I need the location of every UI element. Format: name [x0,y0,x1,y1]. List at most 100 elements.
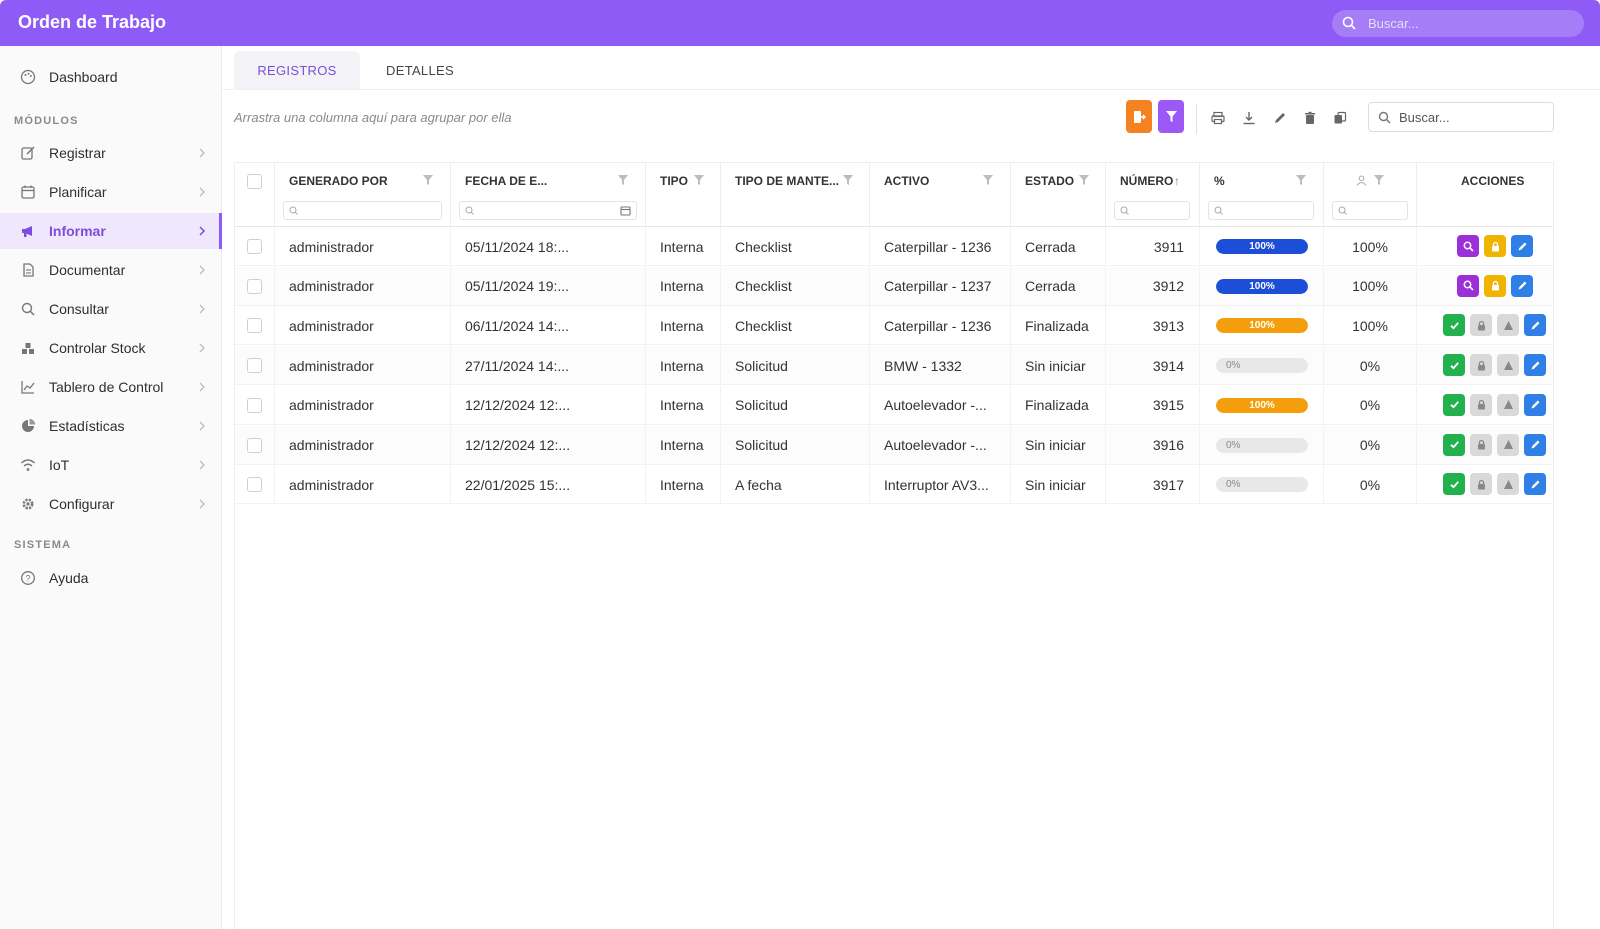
filter-icon[interactable] [618,175,628,185]
copy-button[interactable] [1330,108,1350,128]
cell-text: 0% [1359,397,1381,414]
progress-label: 100% [1249,320,1275,332]
export-excel-button[interactable] [1126,100,1152,133]
sidebar-item-configurar[interactable]: Configurar [0,486,222,522]
row-checkbox[interactable] [247,239,262,254]
column-title: FECHA DE E... [465,174,548,188]
column-header-tipo-mantenimiento[interactable]: TIPO DE MANTE... [721,163,870,227]
cell-text: Checklist [735,317,792,334]
table-row[interactable]: administrador 12/12/2024 12:... Interna Sol… [235,425,1553,465]
column-header-estado[interactable]: ESTADO [1011,163,1106,227]
sidebar-item-controlar-stock[interactable]: Controlar Stock [0,330,222,366]
filter-icon[interactable] [423,175,433,185]
edit-row-button[interactable] [1524,354,1546,377]
sidebar-item-estadisticas[interactable]: Estadísticas [0,408,222,444]
column-header-percent[interactable]: % [1200,163,1324,227]
delete-button[interactable] [1300,108,1320,128]
tab-registros[interactable]: REGISTROS [234,51,360,89]
sidebar-item-tablero-de-control[interactable]: Tablero de Control [0,369,222,405]
filter-icon[interactable] [983,175,993,185]
column-header-tipo[interactable]: TIPO [646,163,721,227]
cell-activo: BMW - 1332 [870,346,1011,386]
row-select-cell [235,425,275,465]
approve-button[interactable] [1443,433,1465,456]
warning-button [1497,354,1519,377]
column-header-activo[interactable]: ACTIVO [870,163,1011,227]
lock-button[interactable] [1484,274,1506,297]
sidebar-item-registrar[interactable]: Registrar [0,135,222,171]
filter-icon[interactable] [1374,175,1384,185]
approve-button[interactable] [1443,393,1465,416]
filter-icon[interactable] [1296,175,1306,185]
approve-button[interactable] [1443,314,1465,337]
cell-generado-por: administrador [275,385,451,425]
filter-input-generado-por[interactable] [283,201,442,220]
cell-tipo: Interna [646,425,721,465]
grid-search[interactable] [1368,102,1554,132]
tab-detalles[interactable]: DETALLES [370,51,470,89]
row-checkbox[interactable] [247,477,262,493]
edit-row-button[interactable] [1524,393,1546,416]
edit-icon [21,146,35,160]
sidebar-item-iot[interactable]: IoT [0,447,222,483]
table-row[interactable]: administrador 05/11/2024 19:... Interna Che… [235,266,1553,306]
column-title: TIPO [660,174,689,188]
sidebar-item-dashboard[interactable]: Dashboard [0,59,222,95]
sidebar-item-planificar[interactable]: Planificar [0,174,222,210]
cell-tipo-mantenimiento: Solicitud [721,385,870,425]
row-checkbox[interactable] [247,397,262,413]
edit-row-button[interactable] [1524,433,1546,456]
column-header-numero[interactable]: NÚMERO ↑ [1106,163,1200,227]
sidebar-item-ayuda[interactable]: ? Ayuda [0,560,222,596]
view-button[interactable] [1457,274,1479,297]
edit-row-button[interactable] [1524,314,1546,337]
sidebar-item-informar[interactable]: Informar [0,213,222,249]
filter-button[interactable] [1158,100,1184,133]
warning-icon [1503,400,1513,410]
row-checkbox[interactable] [247,437,262,453]
calendar-icon[interactable] [620,205,631,216]
edit-row-button[interactable] [1511,235,1533,257]
edit-button[interactable] [1270,108,1290,128]
table-row[interactable]: administrador 06/11/2024 14:... Interna Che… [235,306,1553,346]
cell-text: 100% [1352,278,1388,295]
print-button[interactable] [1208,108,1228,128]
grid-search-input[interactable] [1399,108,1547,127]
row-checkbox[interactable] [247,278,262,294]
table-row[interactable]: administrador 27/11/2024 14:... Interna Sol… [235,346,1553,386]
filter-input-numero[interactable] [1114,201,1190,220]
filter-input-percent[interactable] [1208,201,1314,220]
approve-button[interactable] [1443,354,1465,377]
table-row[interactable]: administrador 22/01/2025 15:... Interna A f… [235,465,1553,505]
filter-icon[interactable] [694,175,704,185]
sidebar-item-documentar[interactable]: Documentar [0,252,222,288]
sidebar-item-consultar[interactable]: Consultar [0,291,222,327]
global-search-input[interactable] [1368,14,1568,33]
column-header-generado-por[interactable]: GENERADO POR [275,163,451,227]
sort-ascending-icon: ↑ [1174,174,1180,188]
column-header-user[interactable] [1324,163,1417,227]
edit-row-button[interactable] [1511,274,1533,297]
row-checkbox[interactable] [247,358,262,374]
filter-icon[interactable] [1079,175,1089,185]
megaphone-icon [22,226,32,237]
global-search[interactable] [1332,10,1584,37]
table-row[interactable]: administrador 05/11/2024 18:... Interna Che… [235,227,1553,266]
select-all-checkbox[interactable] [247,174,262,189]
chevron-right-icon [199,265,205,275]
lock-button[interactable] [1484,235,1506,257]
progress-label: 0% [1226,439,1241,451]
approve-button[interactable] [1443,473,1465,496]
row-checkbox[interactable] [247,318,262,334]
cell-generado-por: administrador [275,425,451,465]
download-button[interactable] [1239,108,1259,128]
edit-row-button[interactable] [1524,473,1546,496]
pencil-icon [1531,321,1539,330]
filter-input-user[interactable] [1332,201,1408,220]
filter-input-fecha[interactable] [459,201,637,220]
column-header-fecha[interactable]: FECHA DE E... [451,163,646,227]
view-button[interactable] [1457,235,1479,257]
cell-text: administrador [289,317,374,334]
filter-icon[interactable] [843,175,853,185]
table-row[interactable]: administrador 12/12/2024 12:... Interna Sol… [235,385,1553,425]
